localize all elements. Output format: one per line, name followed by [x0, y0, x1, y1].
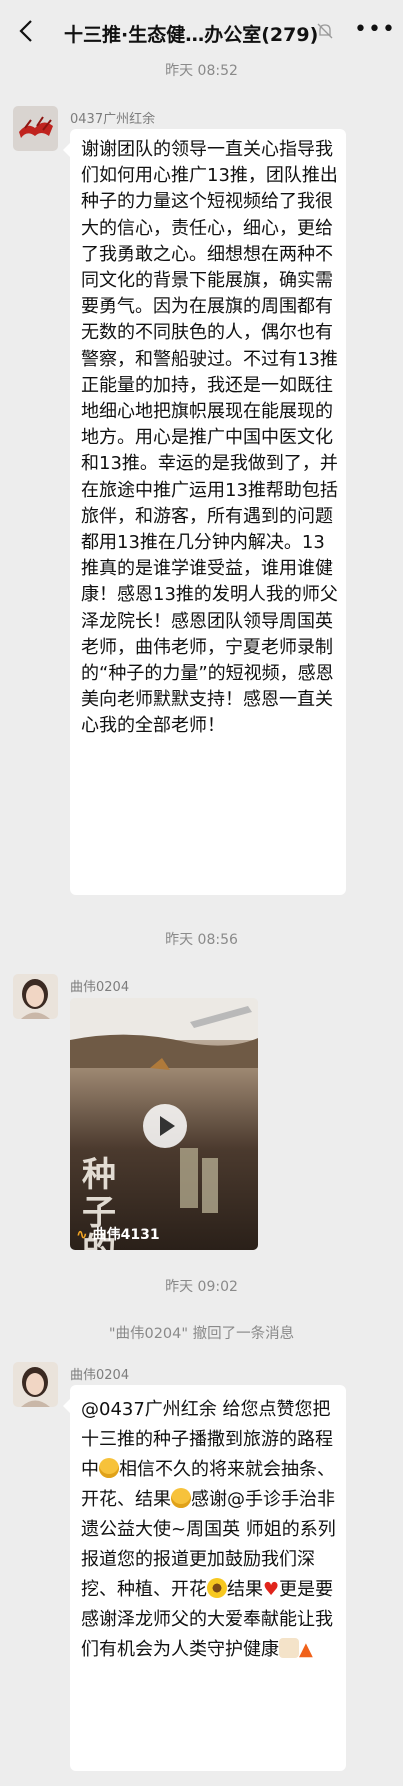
video-logo-icon: ∿	[76, 1227, 88, 1243]
chat-title: 十三推·生态健…办公室(279)	[64, 24, 319, 46]
sunflower-emoji-icon	[207, 1578, 227, 1598]
cowboy-emoji-icon	[99, 1458, 119, 1478]
chat-header: 十三推·生态健…办公室(279) •••	[0, 0, 403, 62]
more-dots-icon[interactable]: •••	[354, 17, 396, 42]
bell-muted-icon	[317, 23, 333, 39]
clapping-hands-emoji-icon	[279, 1638, 299, 1658]
fire-emoji-icon: ▲	[299, 1639, 313, 1660]
avatar[interactable]	[13, 974, 58, 1019]
video-caption-text: 曲伟4131	[92, 1227, 160, 1243]
heart-emoji-icon: ♥	[263, 1579, 280, 1600]
video-message[interactable]: 种子的 ∿ 曲伟4131	[70, 998, 258, 1250]
sender-name: 曲伟0204	[70, 980, 130, 995]
timestamp: 昨天 08:52	[165, 63, 238, 79]
avatar[interactable]	[13, 106, 58, 151]
avatar[interactable]	[13, 1362, 58, 1407]
message-text: 结果	[227, 1579, 263, 1600]
sender-name: 曲伟0204	[70, 1368, 130, 1383]
play-icon[interactable]	[143, 1104, 187, 1148]
sender-name: 0437广州红余	[70, 112, 156, 127]
message-bubble[interactable]: @0437广州红余 给您点赞您把十三推的种子播撒到旅游的路程中 相信不久的将来就会…	[63, 1385, 346, 1771]
recall-notice: "曲伟0204" 撤回了一条消息	[108, 1326, 295, 1342]
video-caption: ∿ 曲伟4131	[76, 1224, 160, 1244]
cowboy-emoji-icon	[171, 1488, 191, 1508]
timestamp: 昨天 08:56	[165, 932, 238, 948]
chevron-left-icon[interactable]	[12, 16, 42, 46]
message-bubble[interactable]: 谢谢团队的领导一直关心指导我们如何用心推广13推，团队推出种子的力量这个短视频给…	[63, 129, 346, 895]
timestamp: 昨天 09:02	[165, 1279, 238, 1295]
